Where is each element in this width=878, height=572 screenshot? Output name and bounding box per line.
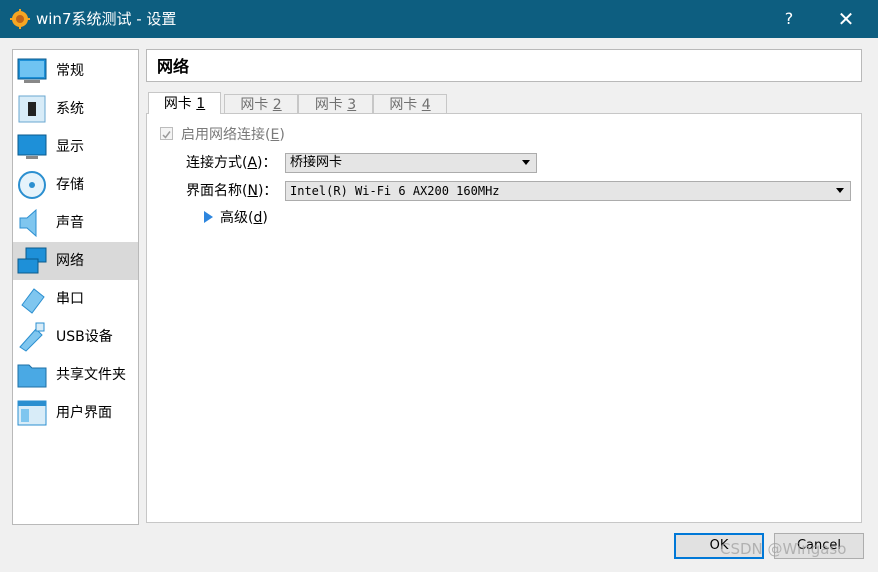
attached-to-value: 桥接网卡	[290, 155, 343, 170]
tab-mnemonic: 3	[347, 97, 357, 113]
interface-name-mnemonic: N	[247, 183, 258, 199]
enable-adapter-text: 启用网络连接	[181, 127, 265, 143]
network-icon	[17, 247, 47, 274]
title-bar: win7系统测试 - 设置 ? ✕	[0, 0, 878, 38]
storage-icon	[18, 171, 46, 199]
tab-label: 网卡	[314, 97, 343, 113]
close-button[interactable]: ✕	[823, 0, 869, 38]
chevron-down-icon	[522, 160, 530, 165]
display-icon	[17, 134, 47, 159]
serial-port-icon	[21, 288, 45, 314]
tab-label: 网卡	[240, 97, 269, 113]
tab-mnemonic: 1	[196, 96, 206, 112]
settings-sidebar: 常规 系统 显示 存储 声音 网络 串口 USB设备 共享文件夹 用户界面	[12, 49, 139, 525]
tab-mnemonic: 4	[421, 97, 431, 113]
help-button[interactable]: ?	[766, 0, 812, 38]
attached-to-mnemonic: A	[247, 155, 258, 171]
sidebar-item-shared-folders[interactable]: 共享文件夹	[13, 356, 138, 394]
enable-adapter-label: 启用网络连接(E)	[181, 127, 285, 143]
usb-icon	[19, 322, 45, 352]
user-interface-icon	[17, 400, 47, 426]
watermark: CSDN @Wingaso	[720, 540, 847, 558]
general-icon	[17, 58, 47, 83]
sidebar-item-label: 声音	[56, 215, 84, 231]
audio-icon	[19, 208, 37, 238]
shared-folder-icon	[17, 364, 47, 388]
sidebar-item-label: 网络	[56, 253, 84, 269]
tab-adapter-1[interactable]: 网卡 1	[148, 92, 221, 114]
interface-name-select[interactable]: Intel(R) Wi-Fi 6 AX200 160MHz	[285, 181, 851, 201]
advanced-mnemonic: d	[253, 210, 263, 226]
sidebar-item-label: 用户界面	[56, 405, 112, 421]
sidebar-item-user-interface[interactable]: 用户界面	[13, 394, 138, 432]
sidebar-item-display[interactable]: 显示	[13, 128, 138, 166]
adapter-panel	[146, 113, 862, 523]
tab-mnemonic: 2	[272, 97, 282, 113]
sidebar-item-system[interactable]: 系统	[13, 90, 138, 128]
sidebar-item-usb[interactable]: USB设备	[13, 318, 138, 356]
tab-adapter-4[interactable]: 网卡 4	[373, 94, 447, 114]
advanced-toggle[interactable]: 高级(d)	[220, 208, 268, 228]
tab-label: 网卡	[389, 97, 418, 113]
window-title: win7系统测试 - 设置	[36, 10, 177, 28]
enable-adapter-mnemonic: E	[270, 127, 280, 143]
tab-adapter-3[interactable]: 网卡 3	[298, 94, 373, 114]
system-icon	[18, 95, 46, 123]
interface-name-text: 界面名称	[186, 183, 242, 199]
sidebar-item-label: 系统	[56, 101, 84, 117]
virtualbox-gear-icon	[10, 9, 30, 29]
attached-to-select[interactable]: 桥接网卡	[285, 153, 537, 173]
advanced-text: 高级	[220, 210, 248, 226]
attached-to-text: 连接方式	[186, 155, 242, 171]
chevron-down-icon	[836, 188, 844, 193]
tab-adapter-2[interactable]: 网卡 2	[224, 94, 298, 114]
checkmark-icon	[162, 131, 171, 139]
section-title: 网络	[146, 49, 862, 82]
sidebar-item-audio[interactable]: 声音	[13, 204, 138, 242]
attached-to-label: 连接方式(A)：	[186, 155, 277, 171]
sidebar-item-general[interactable]: 常规	[13, 52, 138, 90]
sidebar-item-label: 显示	[56, 139, 84, 155]
tab-label: 网卡	[163, 96, 192, 112]
enable-adapter-checkbox[interactable]	[160, 127, 173, 140]
sidebar-item-storage[interactable]: 存储	[13, 166, 138, 204]
sidebar-item-label: 存储	[56, 177, 84, 193]
sidebar-item-label: USB设备	[56, 329, 113, 345]
interface-name-value: Intel(R) Wi-Fi 6 AX200 160MHz	[290, 184, 500, 198]
sidebar-item-label: 共享文件夹	[56, 367, 126, 383]
expand-arrow-icon[interactable]	[204, 211, 213, 223]
interface-name-label: 界面名称(N)：	[186, 183, 278, 199]
sidebar-item-label: 串口	[56, 291, 84, 307]
sidebar-item-network[interactable]: 网络	[13, 242, 138, 280]
sidebar-item-label: 常规	[56, 63, 84, 79]
sidebar-item-serial-port[interactable]: 串口	[13, 280, 138, 318]
